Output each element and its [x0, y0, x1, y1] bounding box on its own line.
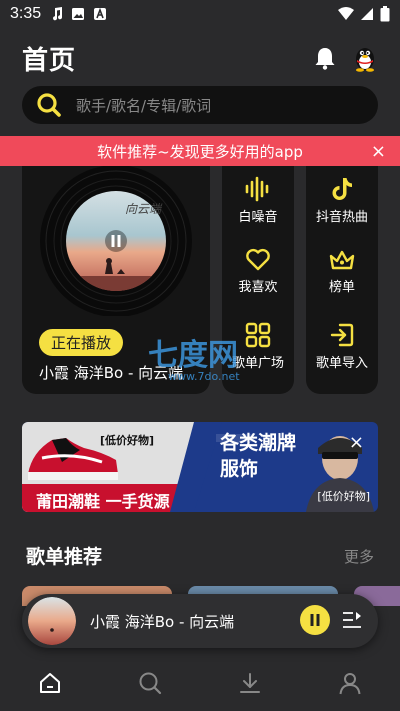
grid-icon	[245, 322, 271, 348]
shortcut-white-noise[interactable]: 白噪音	[222, 176, 294, 225]
a-letter-icon	[94, 7, 107, 20]
pause-button[interactable]	[300, 605, 330, 635]
import-icon	[330, 323, 354, 347]
download-icon	[240, 672, 260, 693]
shortcut-favorites[interactable]: 我喜欢	[222, 248, 294, 295]
tab-download[interactable]	[230, 663, 270, 703]
status-bar: 3:35	[0, 0, 400, 28]
cover-text: 向云端	[125, 202, 163, 216]
waveform-icon	[245, 176, 269, 202]
watermark-text: 七度网	[148, 338, 238, 373]
ad-headline-left: 莆田潮鞋 一手货源	[36, 492, 170, 511]
shortcut-label: 歌单广场	[231, 356, 284, 371]
heart-icon	[246, 248, 270, 271]
qq-penguin-icon[interactable]	[352, 44, 378, 72]
header: 首页	[0, 36, 400, 80]
search-icon	[37, 93, 61, 117]
gallery-icon	[72, 8, 85, 20]
more-link[interactable]: 更多	[344, 546, 374, 567]
shortcut-playlist-import[interactable]: 歌单导入	[306, 322, 378, 371]
search-placeholder: 歌手/歌名/专辑/歌词	[76, 96, 212, 115]
tab-profile[interactable]	[330, 663, 370, 703]
wifi-icon	[338, 7, 354, 20]
status-time: 3:35	[10, 5, 42, 22]
bottom-tab-bar	[0, 654, 400, 711]
shortcut-label: 我喜欢	[238, 280, 278, 295]
section-title: 歌单推荐	[26, 546, 103, 568]
shortcut-douyin-hits[interactable]: 抖音热曲	[306, 176, 378, 225]
ad-left-tag: [低价好物]	[100, 434, 155, 447]
watermark: 七度网 www.7do.net	[148, 330, 240, 383]
shortcut-label: 榜单	[328, 280, 355, 295]
shortcut-label: 歌单导入	[315, 356, 368, 371]
signal-icon	[361, 8, 373, 20]
vinyl-record[interactable]: 向云端	[39, 166, 193, 316]
battery-icon	[380, 6, 390, 22]
shortcut-charts[interactable]: 榜单	[306, 248, 378, 295]
crown-icon	[329, 250, 355, 270]
ad-headline-right-1: 各类潮牌	[220, 432, 297, 454]
bell-icon[interactable]	[314, 46, 336, 70]
shortcut-column-2: 抖音热曲 榜单 歌单导入	[306, 166, 378, 394]
now-playing-badge: 正在播放	[39, 329, 124, 356]
ad-close-button[interactable]: ×	[349, 432, 364, 453]
watermark-url: www.7do.net	[168, 370, 240, 383]
music-note-icon	[53, 7, 63, 21]
promo-text: 软件推荐~发现更多好用的app	[97, 142, 303, 161]
page-title: 首页	[22, 45, 77, 76]
search-input[interactable]: 歌手/歌名/专辑/歌词	[22, 86, 378, 124]
tab-search[interactable]	[130, 663, 170, 703]
ad-banner[interactable]: [低价好物] 莆田潮鞋 一手货源 各类潮牌 服饰 [低价好物] ×	[22, 422, 378, 512]
ad-right-tag: [低价好物]	[317, 490, 370, 503]
shortcut-label: 抖音热曲	[315, 210, 368, 225]
home-icon	[40, 672, 60, 693]
mini-player-song: 小霞 海洋Bo - 向云端	[90, 612, 235, 631]
playlist-queue-icon[interactable]	[342, 610, 362, 630]
mini-player-cover	[28, 597, 76, 645]
promo-close-button[interactable]: ×	[371, 141, 386, 162]
promo-banner[interactable]: 软件推荐~发现更多好用的app ×	[0, 136, 400, 166]
shortcut-label: 白噪音	[238, 210, 278, 225]
tab-home[interactable]	[30, 663, 70, 703]
ad-headline-right-2: 服饰	[220, 458, 259, 480]
user-icon	[339, 672, 361, 694]
search-icon	[139, 672, 162, 694]
tiktok-icon	[332, 178, 352, 200]
mini-player[interactable]: 小霞 海洋Bo - 向云端	[22, 594, 378, 648]
